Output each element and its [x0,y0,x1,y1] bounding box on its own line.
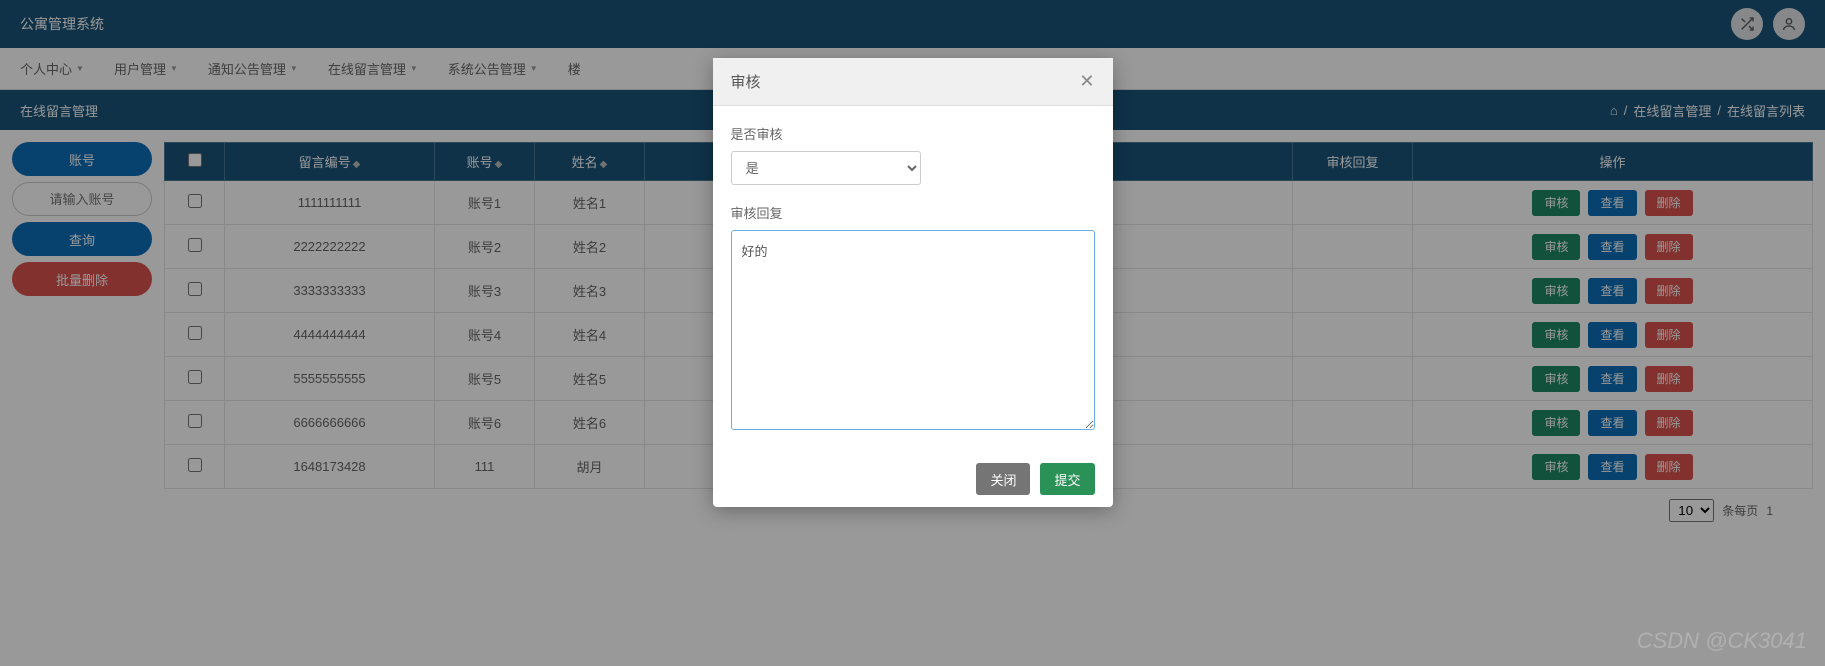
audit-select[interactable]: 是 [731,151,921,185]
modal-title: 审核 [731,71,761,92]
close-icon[interactable]: ✕ [1079,71,1094,92]
audit-label: 是否审核 [731,124,1095,143]
audit-modal: 审核 ✕ 是否审核 是 审核回复 关闭 提交 [713,58,1113,507]
modal-close-button[interactable]: 关闭 [976,463,1030,495]
reply-label: 审核回复 [731,203,1095,222]
watermark: CSDN @CK3041 [1637,628,1807,654]
reply-textarea[interactable] [731,230,1095,430]
modal-submit-button[interactable]: 提交 [1040,463,1094,495]
